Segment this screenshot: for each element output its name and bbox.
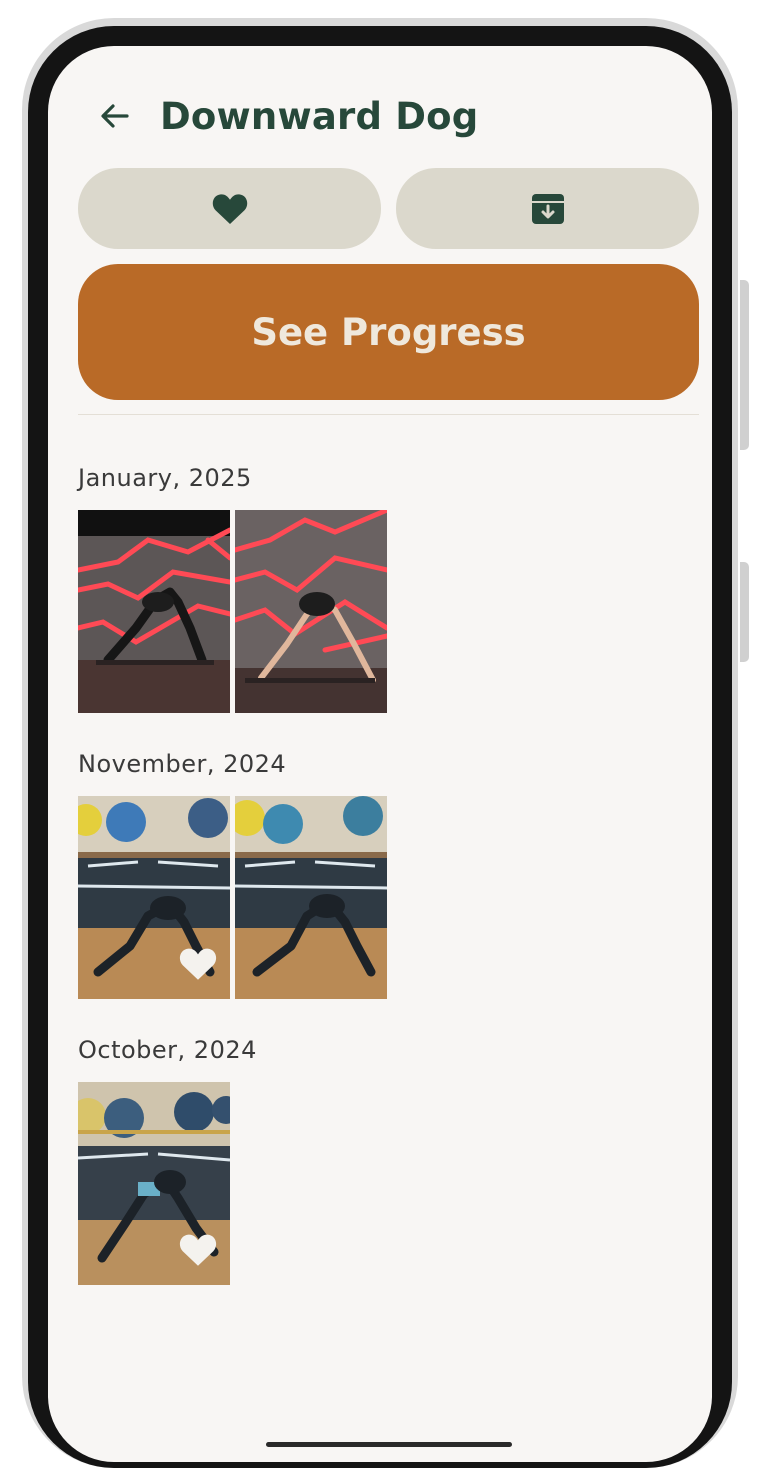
power-button — [740, 562, 749, 662]
photo-thumbnail[interactable] — [78, 510, 230, 713]
favorite-button[interactable] — [78, 168, 381, 249]
photo-thumbnail[interactable] — [235, 510, 387, 713]
favorited-heart-icon — [179, 948, 217, 980]
app-header: Downward Dog — [98, 90, 478, 142]
archive-button[interactable] — [396, 168, 699, 249]
photo-thumbnail[interactable] — [235, 796, 387, 999]
see-progress-button[interactable]: See Progress — [78, 264, 699, 400]
volume-button — [740, 280, 749, 450]
arrow-left-icon[interactable] — [98, 99, 132, 133]
archive-box-icon — [531, 193, 564, 224]
divider — [78, 414, 699, 415]
page-title: Downward Dog — [160, 94, 479, 138]
home-indicator[interactable] — [266, 1442, 512, 1447]
section-label-january-2025: January, 2025 — [78, 464, 252, 492]
heart-icon — [212, 193, 247, 224]
see-progress-label: See Progress — [251, 310, 526, 354]
app-screen: Downward Dog See Progress January, 2025 — [48, 46, 712, 1462]
photo-thumbnail[interactable] — [78, 796, 230, 999]
favorited-heart-icon — [179, 1234, 217, 1266]
section-label-november-2024: November, 2024 — [78, 750, 287, 778]
photo-thumbnail[interactable] — [78, 1082, 230, 1285]
section-label-october-2024: October, 2024 — [78, 1036, 257, 1064]
